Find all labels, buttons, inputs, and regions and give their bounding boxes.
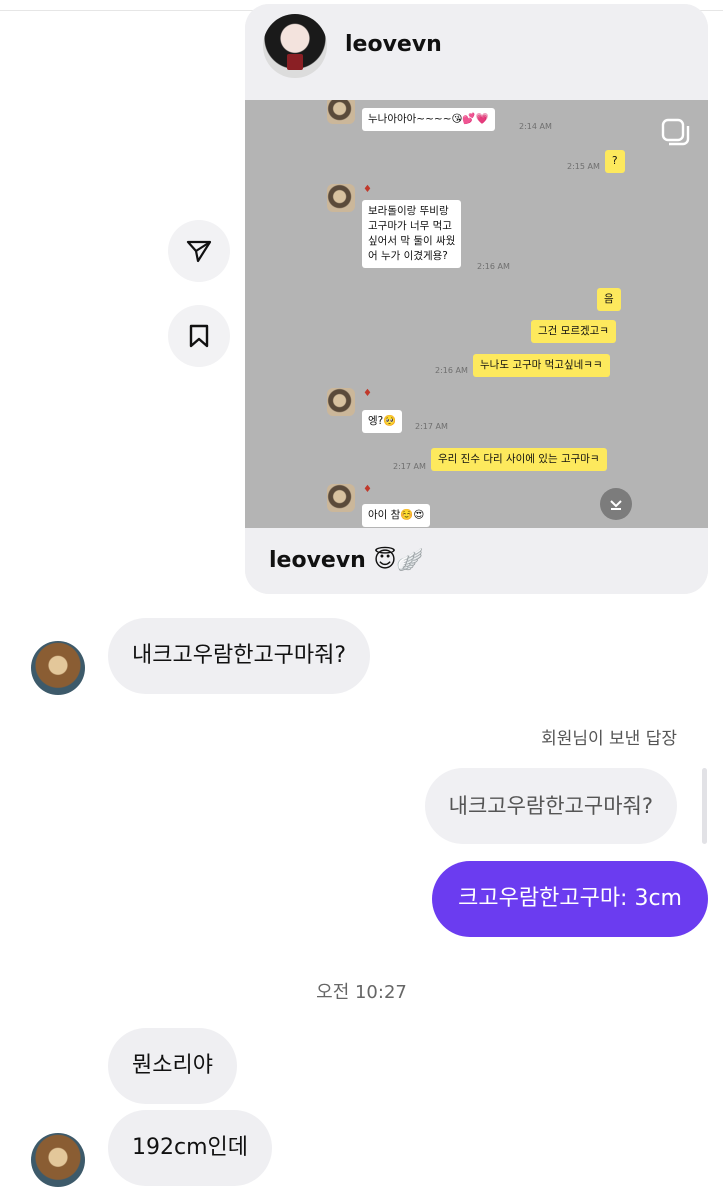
kk-avatar — [327, 100, 355, 124]
outgoing-message[interactable]: 크고우람한고구마: 3cm — [432, 861, 708, 937]
reply-bar — [702, 768, 707, 844]
reply-quote[interactable]: 내크고우람한고구마줘? — [424, 768, 677, 844]
incoming-message[interactable]: 192cm인데 — [108, 1110, 272, 1186]
kk-message-out: ? — [605, 150, 625, 173]
kk-message-out: 그건 모르겠고ㅋ — [531, 320, 616, 343]
save-button[interactable] — [168, 305, 230, 367]
carousel-icon — [661, 118, 691, 148]
kk-time: 2:16 AM — [477, 262, 510, 271]
kk-message-in: 보라돌이랑 뚜비랑 고구마가 너무 먹고 싶어서 막 둘이 싸웠 어 누가 이겼… — [362, 200, 462, 268]
kk-message-in: 누나아아아~~~~😘💕💗 — [362, 108, 495, 131]
post-author-username[interactable]: leovevn — [345, 32, 442, 57]
kk-message-out: 누나도 고구마 먹고싶네ㅋㅋ — [473, 354, 610, 377]
kk-message-out: 우리 진수 다리 사이에 있는 고구마ㅋ — [431, 448, 607, 471]
post-author-avatar[interactable] — [263, 14, 327, 78]
contact-avatar[interactable] — [31, 641, 85, 695]
kk-message-in: 아이 참☺️😍 — [362, 504, 431, 527]
bookmark-icon — [189, 324, 209, 348]
scroll-down-icon — [600, 488, 632, 520]
post-caption: leovevn 😇🪽 — [269, 548, 424, 573]
post-header[interactable]: leovevn — [245, 4, 708, 100]
share-button[interactable] — [168, 220, 230, 282]
kk-message-in: 엥?🥺 — [362, 410, 403, 433]
kk-time: 2:17 AM — [415, 422, 448, 431]
post-footer: leovevn 😇🪽 — [245, 528, 708, 594]
timestamp: 오전 10:27 — [316, 982, 407, 1003]
incoming-message[interactable]: 내크고우람한고구마줘? — [108, 618, 371, 694]
post-image[interactable]: 누나아아아~~~~😘💕💗 2:14 AM 2:15 AM ? ♦ 보라돌이랑 뚜… — [245, 100, 708, 528]
kk-avatar — [327, 184, 355, 212]
kk-avatar — [327, 484, 355, 512]
kk-time: 2:15 AM — [567, 162, 600, 171]
kk-message-out: 음 — [597, 288, 621, 311]
kk-time: 2:14 AM — [519, 122, 552, 131]
kk-time: 2:16 AM — [435, 366, 468, 375]
kk-heart-icon: ♦ — [363, 484, 372, 495]
kk-heart-icon: ♦ — [363, 184, 372, 195]
kk-time: 2:17 AM — [393, 462, 426, 471]
send-icon — [186, 240, 212, 263]
reply-label: 회원님이 보낸 답장 — [541, 729, 677, 749]
incoming-message[interactable]: 뭔소리야 — [108, 1028, 237, 1104]
shared-post-card[interactable]: leovevn 누나아아아~~~~😘💕💗 2:14 AM 2:15 AM ? ♦… — [245, 4, 708, 594]
contact-avatar[interactable] — [31, 1133, 85, 1187]
kk-heart-icon: ♦ — [363, 388, 372, 399]
kk-avatar — [327, 388, 355, 416]
